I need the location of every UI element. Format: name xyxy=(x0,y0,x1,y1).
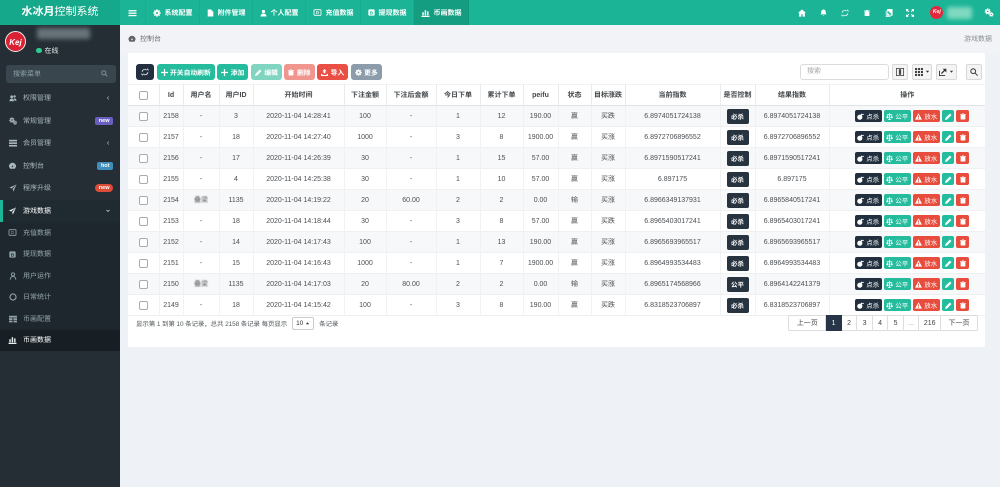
svg-text:D: D xyxy=(11,231,14,236)
svg-text:B: B xyxy=(369,10,373,16)
svg-text:B: B xyxy=(11,252,15,258)
svg-text:D: D xyxy=(315,10,318,15)
